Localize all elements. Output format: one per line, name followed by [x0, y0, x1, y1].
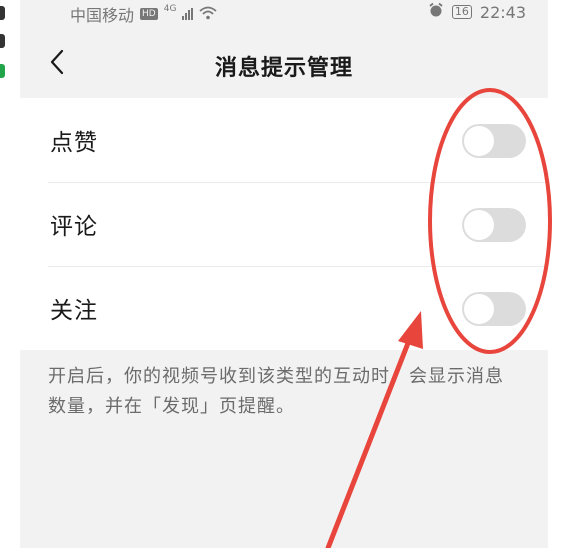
toggle-knob: [464, 210, 494, 240]
signal-icon: [182, 8, 194, 20]
setting-label: 关注: [50, 298, 98, 324]
hd-badge: HD: [140, 8, 158, 20]
edge-mark: [0, 34, 5, 48]
setting-label: 评论: [50, 214, 98, 240]
setting-label: 点赞: [50, 130, 98, 156]
page-title: 消息提示管理: [214, 56, 353, 81]
follow-toggle[interactable]: [462, 292, 526, 326]
status-left: 中国移动 HD 4G: [70, 2, 218, 26]
phone-screen: 中国移动 HD 4G 16 22:43 消息提示管理 点赞 评论 关注 开启后，…: [20, 0, 548, 548]
settings-list: 点赞 评论 关注: [20, 98, 548, 350]
edge-mark: [0, 64, 5, 78]
toggle-knob: [464, 294, 494, 324]
wifi-icon: [199, 5, 218, 24]
clock-time: 22:43: [479, 2, 526, 22]
left-edge-marks: [0, 0, 14, 90]
status-bar: 中国移动 HD 4G 16 22:43: [20, 0, 548, 30]
carrier-name: 中国移动: [70, 6, 135, 25]
setting-row-likes: 点赞: [20, 98, 548, 182]
network-type: 4G: [163, 4, 177, 14]
setting-row-comments: 评论: [20, 182, 548, 266]
status-right: 16 22:43: [428, 2, 526, 22]
setting-row-follow: 关注: [20, 266, 548, 350]
battery-icon: 16: [451, 5, 472, 19]
comments-toggle[interactable]: [462, 208, 526, 242]
edge-mark: [0, 6, 5, 20]
toggle-knob: [464, 126, 494, 156]
likes-toggle[interactable]: [462, 124, 526, 158]
alarm-icon: [428, 2, 444, 22]
nav-bar: 消息提示管理: [20, 30, 548, 98]
description-text: 开启后，你的视频号收到该类型的互动时，会显示消息数量，并在「发现」页提醒。: [48, 366, 504, 417]
